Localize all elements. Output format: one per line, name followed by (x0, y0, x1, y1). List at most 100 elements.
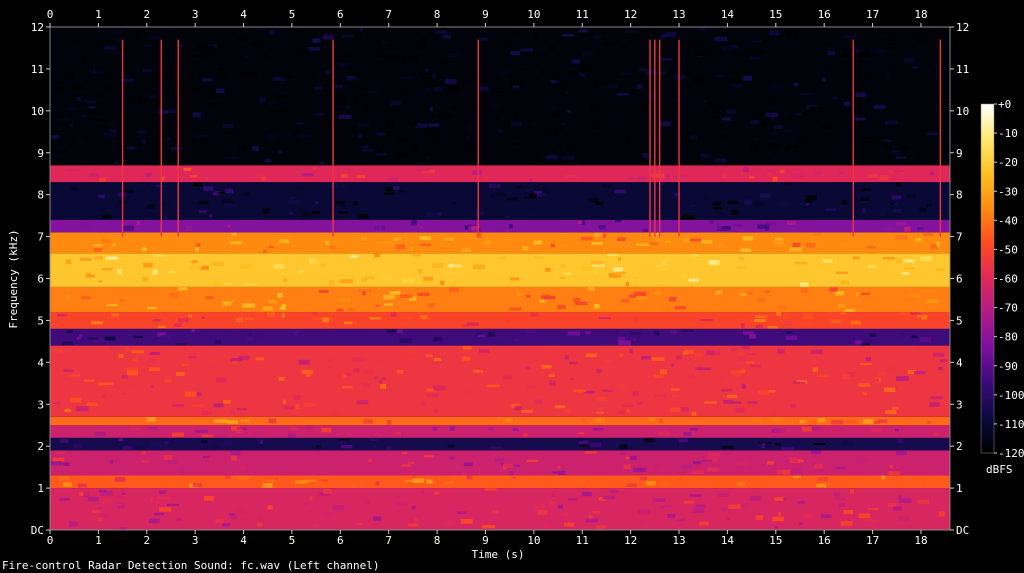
spectrogram-cell (855, 292, 859, 297)
spectrogram-cell (661, 58, 673, 61)
spectrogram-cell (514, 406, 522, 411)
spectrogram-cell (168, 270, 176, 274)
spectrogram-cell (370, 438, 378, 441)
spectrogram-cell (867, 507, 879, 511)
spectrogram-cell (564, 522, 574, 527)
spectrogram-cell (741, 323, 745, 328)
spectrogram-cell (463, 462, 473, 467)
spectrogram-cell (660, 34, 666, 39)
spectrogram-cell (858, 513, 870, 519)
spectrogram-cell (841, 374, 850, 380)
spectrogram-cell (896, 222, 906, 226)
spectrogram-cell (930, 395, 944, 400)
spectrogram-cell (785, 335, 798, 340)
spectrogram-cell (414, 518, 419, 523)
spectrogram-cell (907, 194, 916, 198)
spectrogram-cell (449, 287, 459, 293)
spectrogram-cell (445, 104, 458, 110)
spectrogram-cell (871, 244, 881, 247)
spectrogram-cell (892, 208, 902, 213)
spectrogram-cell (874, 141, 887, 144)
spectrogram-cell (662, 481, 667, 486)
spectrogram-cell (609, 490, 619, 494)
spectrogram-cell (789, 115, 794, 120)
spectrogram-cell (677, 478, 683, 482)
spectrogram-cell (489, 126, 499, 129)
spectrogram-cell (395, 453, 404, 458)
spectrogram-cell (556, 144, 563, 148)
spectrogram-cell (337, 441, 347, 445)
spectrogram-cell (432, 426, 438, 431)
spectrogram-cell (77, 140, 84, 144)
spectrogram-cell (447, 444, 455, 448)
spectrogram-cell (427, 303, 436, 308)
spectrogram-cell (149, 442, 163, 448)
spectrogram-cell (692, 508, 705, 514)
spectrogram-cell (379, 126, 383, 130)
spectrogram-cell (454, 465, 462, 470)
spectrogram-cell (122, 445, 133, 450)
spectrogram-cell (752, 202, 764, 207)
spectrogram-cell (555, 113, 559, 118)
spectrogram-cell (272, 77, 286, 81)
spectrogram-cell (557, 466, 561, 469)
spectrogram-cell (314, 483, 324, 486)
spectrogram-cell (241, 145, 247, 150)
y-tick-label-right: 10 (956, 105, 969, 118)
spectrogram-cell (559, 238, 567, 241)
spectrogram-cell (681, 214, 695, 220)
spectrogram-cell (390, 312, 397, 317)
spectrogram-cell (296, 122, 304, 125)
spectrogram-cell (494, 457, 505, 462)
spectrogram-cell (79, 223, 89, 229)
spectrogram-cell (87, 274, 95, 278)
spectrogram-cell (222, 199, 235, 204)
spectrogram-cell (216, 377, 227, 383)
spectrogram-cell (524, 274, 533, 278)
spectrogram-cell (158, 325, 166, 328)
spectrogram-cell (541, 295, 551, 300)
spectrogram-cell (585, 331, 591, 335)
spectrogram-cell (236, 318, 244, 322)
x-tick-label-bottom: 16 (818, 534, 831, 547)
spectrogram-cell (444, 521, 455, 526)
spectrogram-cell (164, 441, 169, 444)
spectrogram-cell (185, 226, 193, 231)
spectrogram-cell (694, 51, 707, 56)
spectrogram-cell (299, 50, 310, 55)
spectrogram-cell (240, 419, 250, 422)
x-tick-label-bottom: 7 (385, 534, 392, 547)
spectrogram-cell (641, 302, 650, 306)
spectrogram-cell (537, 155, 541, 161)
spectrogram-cell (776, 128, 783, 134)
spectrogram-cell (726, 110, 736, 114)
spectrogram-cell (411, 476, 417, 479)
spectrogram-cell (487, 427, 494, 432)
spectrogram-cell (108, 128, 117, 134)
spectrogram-cell (492, 104, 500, 107)
spectrogram-cell (683, 500, 694, 504)
spectrogram-cell (136, 221, 140, 225)
spectrogram-cell (927, 421, 932, 424)
spectrogram-cell (361, 278, 368, 282)
spectrogram-cell (578, 431, 585, 435)
spectrogram-cell (298, 193, 303, 198)
spectrogram-cell (308, 47, 321, 51)
spectrogram-cell (649, 417, 655, 421)
spectrogram-cell (645, 28, 655, 33)
spectrogram-cell (521, 246, 529, 251)
spectrogram-cell (188, 88, 201, 92)
spectrogram-cell (70, 397, 82, 403)
spectrogram-cell (351, 483, 356, 488)
spectrogram-cell (337, 299, 350, 302)
spectrogram-cell (938, 511, 945, 517)
spectrogram-cell (64, 408, 71, 413)
spectrogram-cell (712, 206, 723, 210)
spectrogram-cell (557, 86, 567, 89)
spectrogram-cell (106, 122, 116, 127)
x-tick-label-bottom: 17 (866, 534, 879, 547)
spectrogram-cell (767, 168, 772, 172)
spectrogram-cell (643, 229, 648, 232)
spectrogram-cell (283, 73, 287, 78)
spectrogram-cell (261, 194, 271, 199)
